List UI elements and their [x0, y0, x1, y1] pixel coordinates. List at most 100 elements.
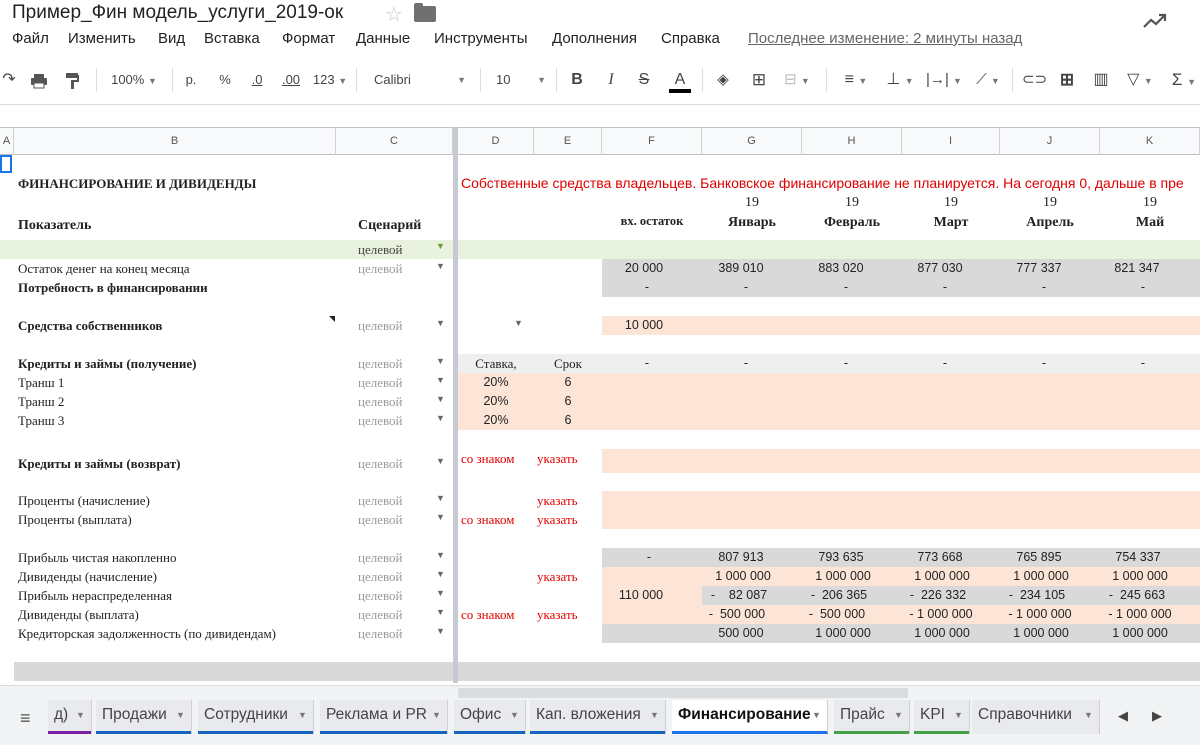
chevron-down-icon[interactable]: ▼	[436, 569, 445, 579]
year-label[interactable]: 19	[1000, 193, 1100, 212]
cell-value[interactable]: - 500 000	[702, 605, 772, 624]
cell-value[interactable]: 1 000 000	[1000, 624, 1082, 643]
strikethrough-button[interactable]: S	[633, 62, 655, 98]
note-text[interactable]: Собственные средства владельцев. Банковс…	[461, 174, 1200, 193]
scenario-select[interactable]: целевой	[358, 605, 403, 624]
horizontal-scrollbar[interactable]	[458, 688, 908, 698]
column-header-i[interactable]: I	[902, 128, 1000, 155]
sheet-tab-sales[interactable]: Продажи ▼	[96, 700, 192, 734]
year-label[interactable]: 19	[802, 193, 902, 212]
row-label[interactable]: Кредиты и займы (получение)	[18, 354, 196, 373]
row-label[interactable]: Транш 3	[18, 411, 64, 430]
row-label[interactable]: Остаток денег на конец месяца	[18, 259, 190, 278]
cell-value[interactable]: - 1 000 000	[1000, 605, 1080, 624]
specify-note[interactable]: указать	[537, 605, 578, 624]
specify-note[interactable]: указать	[537, 449, 578, 468]
sign-note[interactable]: со знаком	[461, 605, 515, 624]
cell-value[interactable]: -	[702, 354, 790, 373]
rate-header[interactable]: Ставка,	[458, 354, 534, 373]
sheet-tab-financing[interactable]: Финансирование ▼	[672, 700, 828, 734]
cell-value[interactable]: 1 000 000	[702, 567, 784, 586]
year-label[interactable]: 19	[1100, 193, 1200, 212]
comment-marker-icon[interactable]	[329, 316, 335, 322]
row-label[interactable]: Дивиденды (выплата)	[18, 605, 139, 624]
column-header-b[interactable]: B	[14, 128, 336, 155]
sheet-tab-capex[interactable]: Кап. вложения ▼	[530, 700, 666, 734]
text-color-button[interactable]: A	[668, 62, 692, 98]
row-label[interactable]: Средства собственников	[18, 316, 162, 335]
cell-value[interactable]: 765 895	[1000, 548, 1078, 567]
increase-decimal-button[interactable]: .00	[278, 62, 304, 98]
cell-value[interactable]: -	[702, 278, 790, 297]
chevron-down-icon[interactable]: ▼	[436, 626, 445, 636]
sheet-tab-office[interactable]: Офис ▼	[454, 700, 526, 734]
paint-format-icon[interactable]	[62, 62, 84, 98]
cell-value[interactable]: -	[602, 278, 692, 297]
cell-value[interactable]: 1 000 000	[1100, 624, 1180, 643]
year-label[interactable]: 19	[902, 193, 1000, 212]
chevron-down-icon[interactable]: ▼	[436, 241, 445, 251]
scenario-select[interactable]: целевой	[358, 510, 403, 529]
menu-edit[interactable]: Изменить	[68, 30, 136, 47]
more-formats-button[interactable]: 123 ▼	[310, 62, 350, 98]
column-header-g[interactable]: G	[702, 128, 802, 155]
cell-value[interactable]: 1 000 000	[1100, 567, 1180, 586]
row-label[interactable]: Дивиденды (начисление)	[18, 567, 157, 586]
cell-value[interactable]: 821 347	[1100, 259, 1174, 278]
zoom-select[interactable]: 100% ▼	[104, 62, 164, 98]
sign-note[interactable]: со знаком	[461, 449, 515, 468]
activity-trend-icon[interactable]	[1142, 12, 1168, 30]
menu-help[interactable]: Справка	[661, 30, 720, 47]
cell-value[interactable]: -	[902, 278, 988, 297]
cell-value[interactable]: 1 000 000	[1000, 567, 1082, 586]
menu-file[interactable]: Файл	[12, 30, 49, 47]
menu-view[interactable]: Вид	[158, 30, 185, 47]
cell-value[interactable]: 1 000 000	[802, 624, 884, 643]
scenario-select[interactable]: целевой	[358, 316, 403, 335]
decrease-decimal-button[interactable]: .0	[245, 62, 269, 98]
text-rotate-icon[interactable]: ⟋ ▼	[968, 62, 1008, 98]
month-label[interactable]: Февраль	[802, 213, 902, 232]
redo-icon[interactable]: ↷	[0, 62, 18, 98]
term-cell[interactable]: 6	[534, 373, 602, 392]
print-icon[interactable]	[28, 62, 50, 98]
term-cell[interactable]: 6	[534, 392, 602, 411]
percent-format-button[interactable]: %	[214, 62, 236, 98]
chevron-down-icon[interactable]: ▼	[514, 318, 523, 328]
row-label[interactable]: Транш 1	[18, 373, 64, 392]
fill-color-icon[interactable]: ◈	[710, 62, 736, 98]
menu-format[interactable]: Формат	[282, 30, 335, 47]
scroll-tabs-right-icon[interactable]: ▶	[1152, 708, 1162, 724]
cell-value[interactable]: - 245 663	[1100, 586, 1174, 605]
specify-note[interactable]: указать	[537, 491, 578, 510]
cell-value[interactable]: - 1 000 000	[1100, 605, 1180, 624]
scenario-select-top[interactable]: целевой	[358, 240, 403, 259]
cell-value[interactable]: 807 913	[702, 548, 780, 567]
column-header-j[interactable]: J	[1000, 128, 1100, 155]
cell-value[interactable]: - 234 105	[1000, 586, 1074, 605]
selected-cell[interactable]	[0, 155, 12, 173]
scenario-select[interactable]: целевой	[358, 586, 403, 605]
month-label[interactable]: Май	[1100, 213, 1200, 232]
menu-insert[interactable]: Вставка	[204, 30, 260, 47]
row-label[interactable]: Кредиторская задолженность (по дивиденда…	[18, 624, 276, 643]
cell-value[interactable]: 110 000	[602, 586, 680, 605]
borders-icon[interactable]: ⊞	[748, 62, 770, 98]
month-label[interactable]: Апрель	[1000, 213, 1100, 232]
specify-note[interactable]: указать	[537, 567, 578, 586]
sheet-tab-ads[interactable]: Реклама и PR ▼	[320, 700, 448, 734]
row-label[interactable]: Кредиты и займы (возврат)	[18, 454, 180, 473]
header-indicator[interactable]: Показатель	[18, 216, 91, 235]
column-header-k[interactable]: K	[1100, 128, 1200, 155]
rate-cell[interactable]: 20%	[458, 392, 534, 411]
functions-icon[interactable]: Σ ▼	[1168, 62, 1200, 98]
cell-value[interactable]: 883 020	[802, 259, 880, 278]
column-header-c[interactable]: C	[336, 128, 453, 155]
cell-value[interactable]: 777 337	[1000, 259, 1078, 278]
scenario-select[interactable]: целевой	[358, 392, 403, 411]
cell-value[interactable]: -	[1100, 354, 1186, 373]
insert-link-icon[interactable]: ⊂⊃	[1022, 62, 1047, 98]
bold-button[interactable]: B	[566, 62, 588, 98]
italic-button[interactable]: I	[600, 62, 622, 98]
cell-value[interactable]: -	[1100, 278, 1186, 297]
